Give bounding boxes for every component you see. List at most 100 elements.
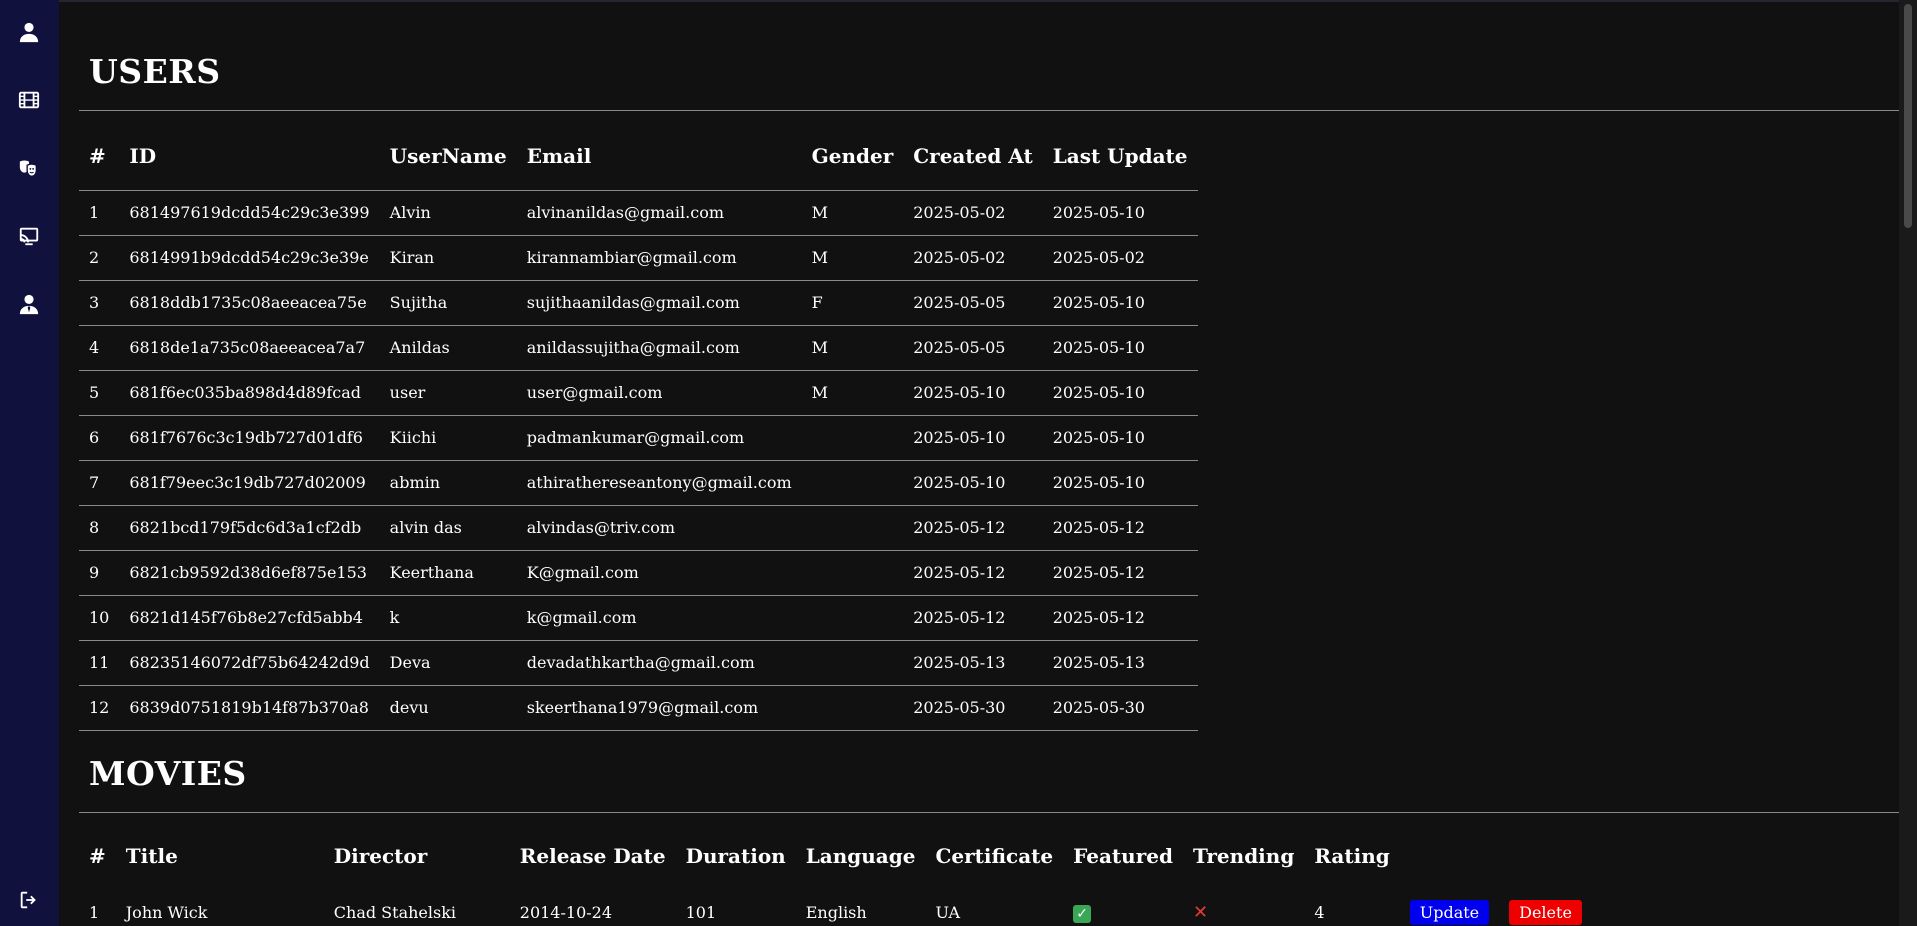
user-id: 68235146072df75b64242d9d: [129, 653, 370, 672]
user-email: user@gmail.com: [526, 383, 663, 402]
user-id: 6821cb9592d38d6ef875e153: [129, 563, 367, 582]
movies-section-divider: [79, 812, 1899, 813]
user-email: sujithaanildas@gmail.com: [526, 293, 740, 312]
user-last-update: 2025-05-12: [1052, 608, 1145, 627]
user-email: skeerthana1979@gmail.com: [526, 698, 759, 717]
user-row: 1 681497619dcdd54c29c3e399 Alvin alvinanild…: [79, 190, 1198, 235]
user-last-update: 2025-05-10: [1052, 473, 1145, 492]
col-header-actions-delete: [1499, 822, 1592, 890]
user-number: 3: [89, 293, 100, 312]
user-username: alvin das: [389, 518, 462, 537]
scrollbar-thumb[interactable]: [1904, 4, 1912, 228]
user-gender: M: [811, 203, 829, 222]
movie-number: 1: [89, 903, 100, 922]
user-last-update: 2025-05-12: [1052, 518, 1145, 537]
movie-delete-cell: Delete: [1499, 890, 1592, 926]
movie-featured: ✓: [1063, 890, 1183, 926]
theater-masks-icon[interactable]: [17, 156, 41, 180]
movies-table-header-row: # Title Director Release Date Duration L…: [79, 822, 1592, 890]
user-number: 1: [89, 203, 100, 222]
user-row: 9 6821cb9592d38d6ef875e153 Keerthana K@gmai…: [79, 550, 1198, 595]
col-header-title: Title: [125, 844, 178, 868]
update-button[interactable]: Update: [1409, 900, 1490, 925]
movie-language: English: [805, 903, 867, 922]
col-header-trending: Trending: [1192, 844, 1295, 868]
user-gender: [802, 460, 904, 505]
col-header-language: Language: [805, 844, 916, 868]
col-header-id: ID: [129, 143, 157, 168]
user-created-at: 2025-05-10: [913, 383, 1006, 402]
user-created-at: 2025-05-05: [913, 293, 1006, 312]
cross-mark-icon: ✕: [1192, 902, 1209, 923]
user-number: 8: [89, 518, 100, 537]
user-number: 11: [89, 653, 110, 672]
main-content: USERS # ID UserName Email Gender Created…: [59, 0, 1899, 926]
movie-update-cell: Update: [1400, 890, 1499, 926]
user-username: Kiichi: [389, 428, 437, 447]
vertical-scrollbar[interactable]: [1899, 0, 1917, 926]
user-last-update: 2025-05-13: [1052, 653, 1145, 672]
user-username: Sujitha: [389, 293, 448, 312]
user-created-at: 2025-05-02: [913, 203, 1006, 222]
user-number: 4: [89, 338, 100, 357]
col-header-actions-update: [1400, 822, 1499, 890]
user-username: Alvin: [389, 203, 431, 222]
movie-release-date: 2014-10-24: [519, 903, 613, 922]
user-gender: [802, 415, 904, 460]
user-gender: [802, 505, 904, 550]
user-email: alvindas@triv.com: [526, 518, 676, 537]
logout-icon[interactable]: [17, 888, 41, 912]
col-header-director: Director: [333, 844, 428, 868]
user-username: Kiran: [389, 248, 435, 267]
col-header-rating: Rating: [1314, 844, 1390, 868]
user-created-at: 2025-05-12: [913, 518, 1006, 537]
user-id: 681f6ec035ba898d4d89fcad: [129, 383, 361, 402]
movie-rating: 4: [1314, 903, 1325, 922]
user-id: 6821bcd179f5dc6d3a1cf2db: [129, 518, 362, 537]
user-email: alvinanildas@gmail.com: [526, 203, 724, 222]
users-table-header-row: # ID UserName Email Gender Created At La…: [79, 122, 1198, 190]
movie-certificate: UA: [935, 903, 961, 922]
user-number: 6: [89, 428, 100, 447]
user-last-update: 2025-05-30: [1052, 698, 1145, 717]
user-id: 681f7676c3c19db727d01df6: [129, 428, 363, 447]
user-last-update: 2025-05-10: [1052, 203, 1145, 222]
user-last-update: 2025-05-10: [1052, 293, 1145, 312]
user-email: devadathkartha@gmail.com: [526, 653, 755, 672]
user-row: 3 6818ddb1735c08aeeacea75e Sujitha sujithaa…: [79, 280, 1198, 325]
user-row: 7 681f79eec3c19db727d02009 abmin athirather…: [79, 460, 1198, 505]
movie-trending: ✕: [1183, 890, 1304, 926]
user-row: 12 6839d0751819b14f87b370a8 devu skeerthana…: [79, 685, 1198, 730]
user-username: devu: [389, 698, 429, 717]
col-header-email: Email: [526, 143, 592, 168]
sidebar: [0, 0, 59, 926]
users-section-title: USERS: [89, 52, 221, 91]
user-row: 4 6818de1a735c08aeeacea7a7 Anildas anildass…: [79, 325, 1198, 370]
user-row: 5 681f6ec035ba898d4d89fcad user user@gmail.…: [79, 370, 1198, 415]
col-header-username: UserName: [389, 143, 507, 168]
col-header-created-at: Created At: [913, 143, 1033, 168]
user-row: 2 6814991b9dcdd54c29c3e39e Kiran kirannambi…: [79, 235, 1198, 280]
user-number: 5: [89, 383, 100, 402]
col-header-last-update: Last Update: [1052, 143, 1188, 168]
user-id: 681f79eec3c19db727d02009: [129, 473, 366, 492]
user-tie-icon[interactable]: [17, 292, 41, 316]
cast-screen-icon[interactable]: [17, 224, 41, 248]
user-gender: M: [811, 338, 829, 357]
user-email: athirathereseantony@gmail.com: [526, 473, 792, 492]
user-gender: [802, 550, 904, 595]
user-username: k: [389, 608, 400, 627]
user-email: anildassujitha@gmail.com: [526, 338, 740, 357]
user-created-at: 2025-05-10: [913, 428, 1006, 447]
user-gender: F: [811, 293, 823, 312]
user-id: 6839d0751819b14f87b370a8: [129, 698, 369, 717]
col-header-release-date: Release Date: [519, 844, 666, 868]
user-icon[interactable]: [17, 20, 41, 44]
delete-button[interactable]: Delete: [1509, 900, 1582, 925]
movie-duration: 101: [685, 903, 717, 922]
film-icon[interactable]: [17, 88, 41, 112]
user-row: 10 6821d145f76b8e27cfd5abb4 k k@gmail.com 20…: [79, 595, 1198, 640]
user-last-update: 2025-05-12: [1052, 563, 1145, 582]
user-last-update: 2025-05-10: [1052, 383, 1145, 402]
user-number: 9: [89, 563, 100, 582]
